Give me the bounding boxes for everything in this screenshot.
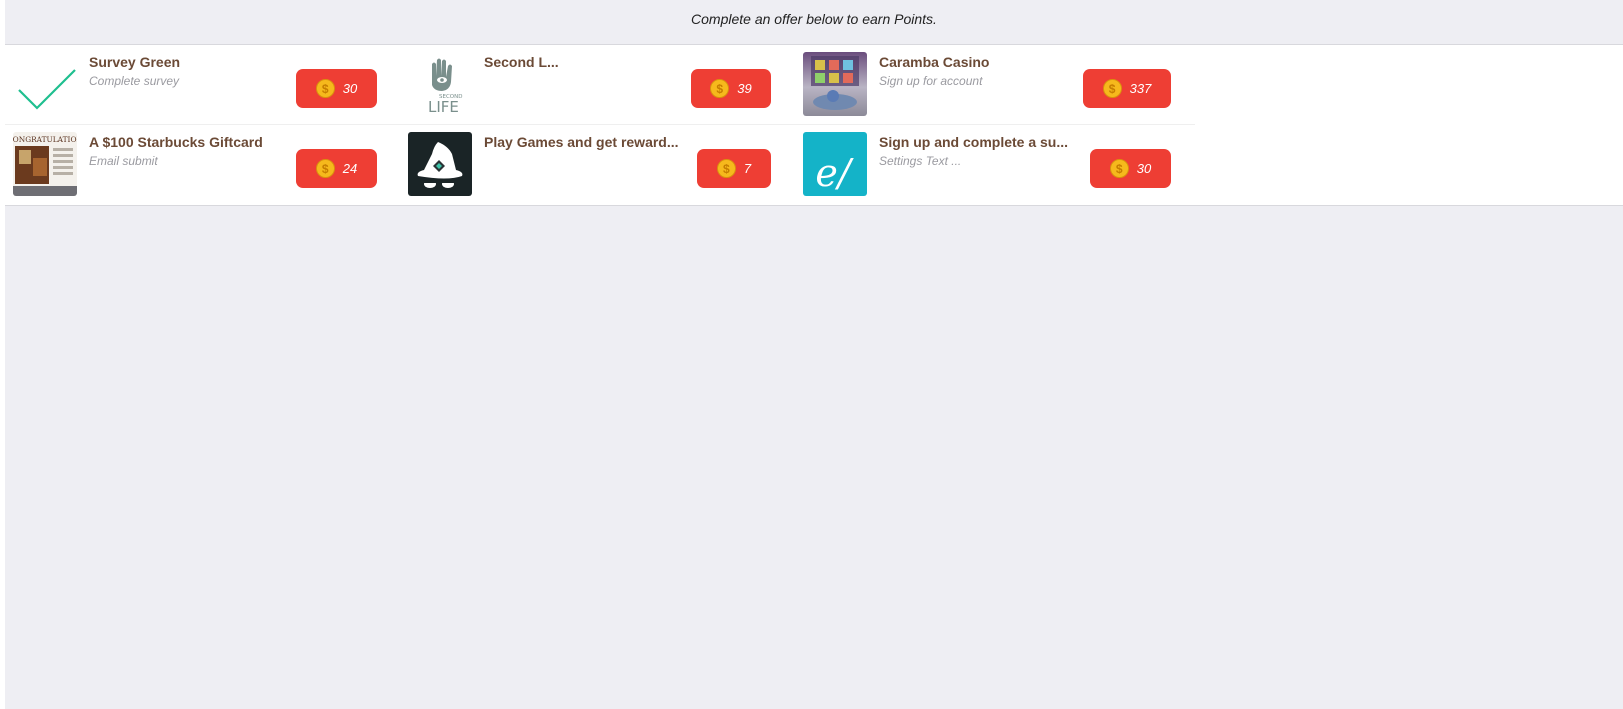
points-value: 24 xyxy=(342,161,358,176)
coin-icon: $ xyxy=(1109,159,1129,178)
checkmark-icon xyxy=(13,52,77,116)
wizard-hat-icon xyxy=(408,132,472,196)
coin-icon: $ xyxy=(1102,79,1122,98)
earn-points-button[interactable]: $ 337 xyxy=(1083,69,1171,108)
offer-title: Second L... xyxy=(484,54,559,70)
earn-points-button[interactable]: $ 30 xyxy=(1090,149,1171,188)
offer-subtitle: Sign up for account xyxy=(879,74,983,88)
offer-title: A $100 Starbucks Giftcard xyxy=(89,134,263,150)
offer-grid: Survey Green Complete survey $ 30 SECOND… xyxy=(5,45,1623,206)
earn-points-button[interactable]: $ 24 xyxy=(296,149,377,188)
e-logo-icon: e/ xyxy=(803,132,867,196)
offer-instructions: Complete an offer below to earn Points. xyxy=(5,0,1623,45)
coin-icon: $ xyxy=(716,159,736,178)
svg-text:LIFE: LIFE xyxy=(428,98,459,116)
points-value: 7 xyxy=(743,161,752,176)
page-frame: Complete an offer below to earn Points. … xyxy=(5,0,1623,709)
offer-subtitle: Settings Text ... xyxy=(879,154,962,168)
second-life-logo: SECOND LIFE xyxy=(408,52,472,116)
offer-card[interactable]: e/ Sign up and complete a su... Settings… xyxy=(795,125,1195,205)
offer-title: Sign up and complete a su... xyxy=(879,134,1069,150)
earn-points-button[interactable]: $ 30 xyxy=(296,69,377,108)
svg-text:CONGRATULATION: CONGRATULATION xyxy=(13,135,77,144)
offer-title: Survey Green xyxy=(89,54,181,70)
starbucks-congratulations-thumbnail: CONGRATULATION xyxy=(13,132,77,196)
points-value: 39 xyxy=(737,81,752,96)
coin-icon: $ xyxy=(315,79,335,98)
earn-points-button[interactable]: $ 39 xyxy=(691,69,771,108)
offer-card[interactable]: SECOND LIFE Second L... $ 39 xyxy=(400,45,804,125)
offer-title: Caramba Casino xyxy=(879,54,990,70)
offer-card[interactable]: Survey Green Complete survey $ 30 xyxy=(5,45,409,125)
offer-card[interactable]: Caramba Casino Sign up for account $ 337 xyxy=(795,45,1195,125)
points-value: 337 xyxy=(1129,81,1152,96)
earn-points-button[interactable]: $ 7 xyxy=(697,149,771,188)
points-value: 30 xyxy=(1136,161,1152,176)
offer-title: Play Games and get reward... xyxy=(484,134,679,150)
offer-card[interactable]: CONGRATULATION A $100 Starbucks Giftcard… xyxy=(5,125,409,205)
offer-subtitle: Complete survey xyxy=(89,74,180,88)
svg-text:e/: e/ xyxy=(815,151,853,195)
casino-thumbnail xyxy=(803,52,867,116)
offer-card[interactable]: Play Games and get reward... $ 7 xyxy=(400,125,804,205)
points-value: 30 xyxy=(342,81,358,96)
coin-icon: $ xyxy=(710,79,730,98)
coin-icon: $ xyxy=(315,159,335,178)
offer-subtitle: Email submit xyxy=(89,154,158,168)
